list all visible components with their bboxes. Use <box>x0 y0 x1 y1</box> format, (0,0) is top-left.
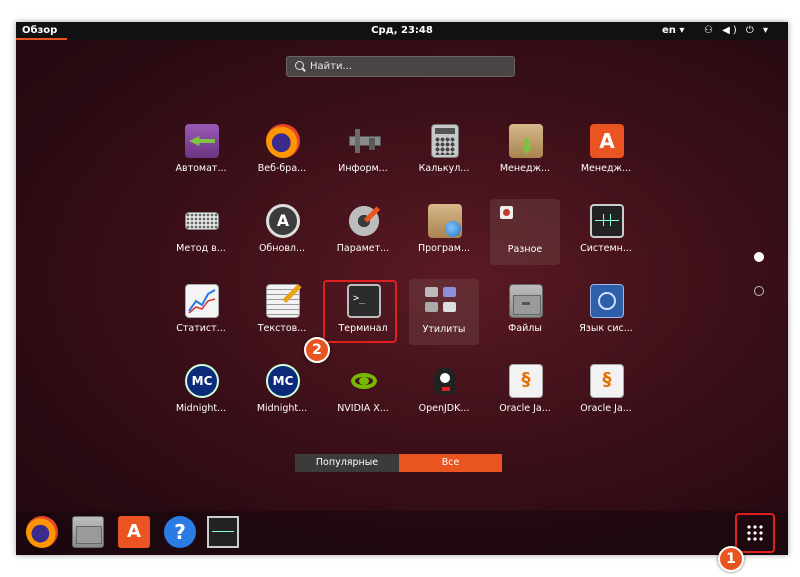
app-files[interactable]: Файлы <box>490 282 560 344</box>
caliper-icon <box>347 124 381 158</box>
openjdk-icon <box>428 364 462 398</box>
midnight-commander-icon: MC <box>185 364 219 398</box>
app-label: Обновл... <box>258 243 306 254</box>
app-text-editor[interactable]: Текстов... <box>247 282 317 344</box>
app-label: Язык сис... <box>579 323 633 334</box>
app-statistics[interactable]: Статист... <box>166 282 236 344</box>
app-label: Парамет... <box>336 243 390 254</box>
app-package-manager[interactable]: Менедж... <box>490 122 560 184</box>
files-icon <box>509 284 543 318</box>
app-label: Статист... <box>176 323 226 334</box>
firefox-icon <box>266 124 300 158</box>
desktop-screen: Обзор Срд, 23:48 en ▾ ⚇ ◀) ⏻ ▾ Найти... … <box>16 22 788 555</box>
top-bar: Обзор Срд, 23:48 en ▾ ⚇ ◀) ⏻ ▾ <box>16 22 788 40</box>
app-settings[interactable]: Парамет... <box>328 202 398 264</box>
app-label: Midnight... <box>175 403 227 414</box>
settings-gear-icon <box>347 204 381 238</box>
app-label: Програм... <box>417 243 471 254</box>
language-indicator[interactable]: en ▾ <box>662 22 684 40</box>
system-status-menu[interactable]: ⚇ ◀) ⏻ ▾ <box>704 22 771 40</box>
tab-all[interactable]: Все <box>399 454 502 472</box>
automation-icon <box>185 124 219 158</box>
app-software-sources[interactable]: Програм... <box>409 202 479 264</box>
search-placeholder: Найти... <box>310 61 353 72</box>
midnight-commander-icon: MC <box>266 364 300 398</box>
app-label: Метод в... <box>176 243 226 254</box>
app-midnight-commander-1[interactable]: MC Midnight... <box>166 362 236 424</box>
calculator-icon <box>431 124 459 158</box>
app-label: Утилиты <box>422 324 466 335</box>
search-icon <box>295 61 304 70</box>
app-label: OpenJDK... <box>418 403 470 414</box>
page-indicator-inactive[interactable] <box>754 286 764 296</box>
app-automation[interactable]: Автомат... <box>166 122 236 184</box>
app-openjdk[interactable]: OpenJDK... <box>409 362 479 424</box>
language-globe-icon <box>590 284 624 318</box>
app-label: Oracle Ja... <box>499 403 551 414</box>
statistics-chart-icon <box>185 284 219 318</box>
folder-utilities[interactable]: Утилиты <box>409 279 479 345</box>
nvidia-icon <box>347 364 381 398</box>
app-oracle-java-1[interactable]: § Oracle Ja... <box>490 362 560 424</box>
tab-popular[interactable]: Популярные <box>295 454 399 472</box>
help-icon[interactable]: ? <box>164 516 196 548</box>
app-label: NVIDIA X... <box>337 403 389 414</box>
app-label: Калькул... <box>418 163 470 174</box>
page-indicator-active[interactable] <box>754 252 764 262</box>
app-web-browser[interactable]: Веб-бра... <box>247 122 317 184</box>
app-label: Веб-бра... <box>257 163 307 174</box>
app-label: Текстов... <box>257 323 307 334</box>
firefox-icon[interactable] <box>26 516 58 548</box>
package-install-icon <box>509 124 543 158</box>
search-input[interactable]: Найти... <box>286 56 515 77</box>
step-badge-1: 1 <box>718 546 744 572</box>
files-icon[interactable] <box>72 516 104 548</box>
java-icon: § <box>590 364 624 398</box>
app-input-method[interactable]: Метод в... <box>166 202 236 264</box>
app-label: Файлы <box>508 323 542 334</box>
app-label: Системн... <box>580 243 632 254</box>
app-midnight-commander-2[interactable]: MC Midnight... <box>247 362 317 424</box>
grid-icon <box>746 524 764 542</box>
software-center-icon[interactable]: A <box>118 516 150 548</box>
app-updater[interactable]: A Обновл... <box>247 202 317 264</box>
app-system-info[interactable]: Информ... <box>328 122 398 184</box>
app-label: Автомат... <box>175 163 227 174</box>
keyboard-icon <box>185 212 219 230</box>
app-nvidia-settings[interactable]: NVIDIA X... <box>328 362 398 424</box>
text-editor-icon <box>266 283 302 318</box>
dock: A ? <box>16 511 788 555</box>
app-software-manager[interactable]: A Менедж... <box>571 122 641 184</box>
app-label: Менедж... <box>580 163 632 174</box>
java-icon: § <box>509 364 543 398</box>
view-switch: Популярные Все <box>295 454 502 472</box>
software-properties-icon <box>428 204 462 238</box>
show-applications-button[interactable] <box>735 513 775 553</box>
terminal-highlight-frame <box>323 280 397 343</box>
system-monitor-icon[interactable] <box>207 516 239 548</box>
app-label: Oracle Ja... <box>580 403 632 414</box>
app-label: Информ... <box>338 163 388 174</box>
software-updater-icon: A <box>266 204 300 238</box>
folder-misc[interactable]: Разное <box>490 199 560 265</box>
misc-folder-icon <box>496 203 516 223</box>
app-system-monitor[interactable]: Системн... <box>571 202 641 264</box>
step-badge-2: 2 <box>304 337 330 363</box>
app-calculator[interactable]: Калькул... <box>409 122 479 184</box>
app-label: Менедж... <box>499 163 551 174</box>
app-oracle-java-2[interactable]: § Oracle Ja... <box>571 362 641 424</box>
app-label: Midnight... <box>256 403 308 414</box>
software-center-icon: A <box>590 124 624 158</box>
system-monitor-icon <box>590 204 624 238</box>
utilities-folder-icon <box>423 285 463 317</box>
app-language-support[interactable]: Язык сис... <box>571 282 641 344</box>
app-label: Разное <box>507 244 543 255</box>
